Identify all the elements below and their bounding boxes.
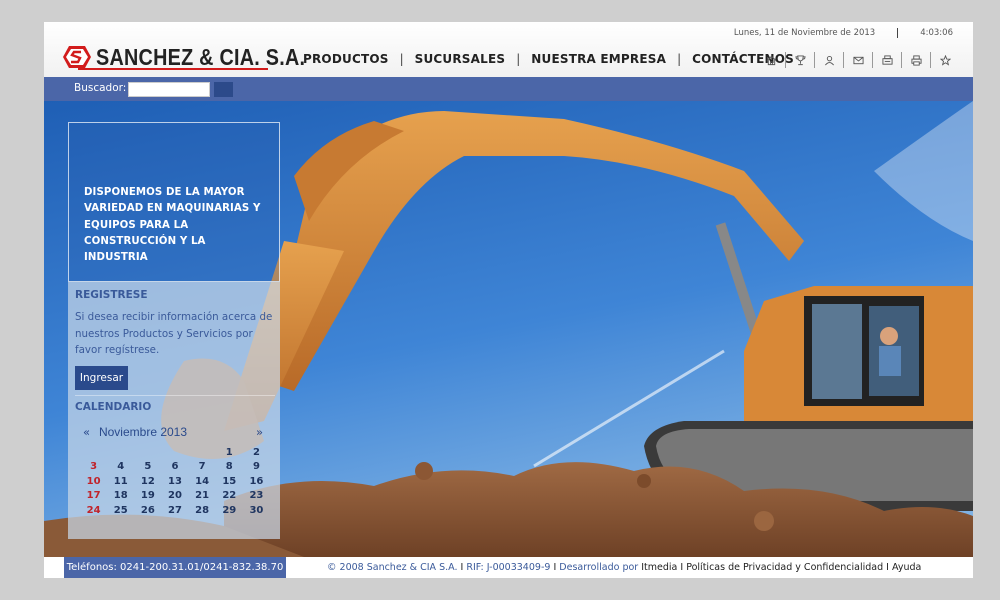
calendar-day[interactable]: 30	[243, 503, 270, 518]
calendar-day[interactable]: 22	[216, 489, 243, 504]
calendar-day[interactable]: 7	[189, 460, 216, 475]
tagline-text: DISPONEMOS DE LA MAYOR VARIEDAD EN MAQUI…	[84, 187, 261, 264]
calendar-week: 10 11 12 13 14 15 16	[80, 474, 270, 489]
tagline-box: DISPONEMOS DE LA MAYOR VARIEDAD EN MAQUI…	[68, 122, 280, 282]
calendar-empty	[134, 445, 161, 460]
register-text: Si desea recibir información acerca de n…	[75, 311, 273, 356]
footer: Teléfonos: 0241-200.31.01/0241-832.38.70…	[44, 557, 973, 578]
logo-icon	[62, 45, 92, 69]
search-input[interactable]	[128, 82, 210, 97]
calendar-day[interactable]: 2	[243, 445, 270, 460]
calendar-day[interactable]: 26	[134, 503, 161, 518]
calendar-header: « Noviembre 2013 »	[83, 425, 263, 439]
calendar-day[interactable]: 14	[189, 474, 216, 489]
calendar-day[interactable]: 28	[189, 503, 216, 518]
developed-by: Desarrollado por	[559, 562, 639, 573]
copyright: © 2008 Sanchez & CIA S.A.	[327, 562, 458, 573]
user-icon[interactable]	[815, 52, 844, 68]
calendar-next-button[interactable]: »	[256, 425, 263, 439]
calendar-grid: 1 2 3 4 5 6 7 8 9 10 11 12 13 14 15 16 17 18 19 20 21 22 23 24 2…	[80, 445, 270, 518]
register-button[interactable]: Ingresar	[75, 366, 128, 390]
print-icon[interactable]	[902, 52, 931, 68]
calendar-day[interactable]: 6	[161, 460, 188, 475]
search-button[interactable]	[214, 82, 233, 97]
footer-separator: I	[553, 562, 557, 573]
calendar-empty	[80, 445, 107, 460]
hero-banner: DISPONEMOS DE LA MAYOR VARIEDAD EN MAQUI…	[44, 101, 973, 557]
divider	[897, 28, 899, 38]
calendar-day[interactable]: 4	[107, 460, 134, 475]
calendar-title: CALENDARIO	[75, 401, 152, 413]
nav-separator: |	[516, 52, 521, 66]
calendar-day[interactable]: 21	[189, 489, 216, 504]
calendar-month: Noviembre 2013	[98, 425, 188, 439]
home-icon[interactable]	[757, 52, 786, 68]
main-nav: PRODUCTOS | SUCURSALES | NUESTRA EMPRESA…	[303, 52, 794, 66]
calendar-day[interactable]: 1	[216, 445, 243, 460]
trophy-icon[interactable]	[786, 52, 815, 68]
calendar-day[interactable]: 15	[216, 474, 243, 489]
nav-separator: |	[399, 52, 404, 66]
search-label: Buscador:	[74, 82, 127, 94]
side-panel: DISPONEMOS DE LA MAYOR VARIEDAD EN MAQUI…	[68, 122, 280, 539]
calendar-week: 24 25 26 27 28 29 30	[80, 503, 270, 518]
calendar-week: 3456789	[80, 460, 270, 475]
divider	[75, 395, 275, 396]
calendar-day[interactable]: 23	[243, 489, 270, 504]
calendar-prev-button[interactable]: «	[83, 425, 90, 439]
calendar-day[interactable]: 9	[243, 460, 270, 475]
page: SANCHEZ & CIA. S.A. Lunes, 11 de Noviemb…	[44, 22, 973, 578]
calendar-day[interactable]: 17	[80, 489, 107, 504]
nav-productos[interactable]: PRODUCTOS	[303, 52, 389, 66]
header: SANCHEZ & CIA. S.A. Lunes, 11 de Noviemb…	[44, 22, 973, 77]
current-date: Lunes, 11 de Noviembre de 2013	[733, 28, 876, 38]
mail-icon[interactable]	[844, 52, 873, 68]
brand-name: SANCHEZ & CIA. S.A.	[96, 43, 306, 70]
calendar-day[interactable]: 3	[80, 460, 107, 475]
calendar-day[interactable]: 11	[107, 474, 134, 489]
calendar-day[interactable]: 10	[80, 474, 107, 489]
nav-sucursales[interactable]: SUCURSALES	[415, 52, 506, 66]
calendar-day[interactable]: 20	[161, 489, 188, 504]
developer-link[interactable]: Itmedia	[641, 562, 677, 573]
register-calendar-box: REGISTRESE Si desea recibir información …	[68, 281, 280, 539]
phone-numbers: Teléfonos: 0241-200.31.01/0241-832.38.70	[64, 557, 286, 578]
calendar-day[interactable]: 12	[134, 474, 161, 489]
calendar-empty	[189, 445, 216, 460]
toolbar	[757, 52, 959, 68]
calendar-day[interactable]: 8	[216, 460, 243, 475]
calendar-day[interactable]: 19	[134, 489, 161, 504]
calendar-day[interactable]: 29	[216, 503, 243, 518]
calendar-day[interactable]: 25	[107, 503, 134, 518]
fax-icon[interactable]	[873, 52, 902, 68]
nav-separator: |	[677, 52, 682, 66]
footer-separator: I	[886, 562, 889, 573]
search-bar: Buscador:	[44, 77, 973, 101]
logo-underline	[78, 68, 268, 70]
help-link[interactable]: Ayuda	[892, 562, 921, 573]
current-time: 4:03:06	[920, 28, 953, 38]
rif: RIF: J-00033409-9	[466, 562, 551, 573]
nav-nuestra-empresa[interactable]: NUESTRA EMPRESA	[531, 52, 666, 66]
footer-separator: I	[460, 562, 464, 573]
footer-links: © 2008 Sanchez & CIA S.A. I RIF: J-00033…	[327, 562, 921, 573]
footer-separator: I	[680, 562, 684, 573]
calendar-week: 17 18 19 20 21 22 23	[80, 489, 270, 504]
register-title: REGISTRESE	[75, 289, 148, 301]
datetime: Lunes, 11 de Noviembre de 2013 4:03:06	[734, 28, 953, 38]
calendar-day[interactable]: 18	[107, 489, 134, 504]
calendar-day[interactable]: 16	[243, 474, 270, 489]
calendar-day[interactable]: 24	[80, 503, 107, 518]
calendar-empty	[107, 445, 134, 460]
calendar-day[interactable]: 5	[134, 460, 161, 475]
calendar-empty	[161, 445, 188, 460]
calendar-week: 12	[80, 445, 270, 460]
calendar-day[interactable]: 27	[161, 503, 188, 518]
star-icon[interactable]	[931, 52, 959, 68]
calendar-day[interactable]: 13	[161, 474, 188, 489]
privacy-link[interactable]: Políticas de Privacidad y Confidencialid…	[686, 562, 883, 573]
